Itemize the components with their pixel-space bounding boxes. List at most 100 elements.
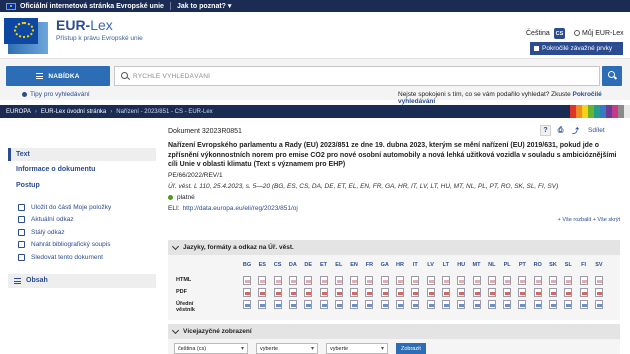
- pdf-sk-icon[interactable]: [549, 288, 557, 297]
- pdf-mt-icon[interactable]: [472, 288, 481, 297]
- oj-sv-icon[interactable]: [594, 300, 603, 309]
- oj-hr-icon[interactable]: [396, 300, 404, 309]
- html-de-icon[interactable]: [304, 276, 313, 285]
- html-es-icon[interactable]: [258, 276, 267, 285]
- breadcrumb-europa[interactable]: EUROPA: [6, 109, 31, 115]
- html-hr-icon[interactable]: [396, 276, 404, 285]
- html-it-icon[interactable]: [411, 276, 420, 285]
- pdf-pt-icon[interactable]: [518, 288, 527, 297]
- html-sk-icon[interactable]: [549, 276, 557, 285]
- display-button[interactable]: Zobrazit: [396, 343, 426, 354]
- html-et-icon[interactable]: [319, 276, 328, 285]
- html-hu-icon[interactable]: [457, 276, 466, 285]
- my-eurlex-link[interactable]: Můj EUR-Lex: [574, 30, 624, 37]
- oj-hu-icon[interactable]: [457, 300, 466, 309]
- formats-section-header[interactable]: Jazyky, formáty a odkaz na Úř. věst.: [168, 240, 620, 255]
- oj-sl-icon[interactable]: [564, 300, 573, 309]
- html-fr-icon[interactable]: [365, 276, 374, 285]
- share-link[interactable]: Sdílet: [588, 127, 605, 134]
- html-lt-icon[interactable]: [441, 276, 450, 285]
- oj-lv-icon[interactable]: [426, 300, 435, 309]
- oj-es-icon[interactable]: [258, 300, 267, 309]
- eli-link[interactable]: http://data.europa.eu/eli/reg/2023/851/o…: [183, 205, 298, 212]
- oj-mt-icon[interactable]: [472, 300, 481, 309]
- html-ro-icon[interactable]: [533, 276, 542, 285]
- pdf-ro-icon[interactable]: [533, 288, 542, 297]
- oj-el-icon[interactable]: [334, 300, 343, 309]
- expand-all-link[interactable]: + Vše rozbalit: [558, 217, 591, 223]
- search-button[interactable]: [602, 66, 622, 86]
- oj-cs-icon[interactable]: [273, 300, 282, 309]
- oj-pl-icon[interactable]: [503, 300, 512, 309]
- html-sl-icon[interactable]: [564, 276, 573, 285]
- save-to-my-items-link[interactable]: Uložit do části Moje položky: [8, 201, 156, 214]
- language-select-2[interactable]: vyberte: [256, 343, 318, 354]
- html-pt-icon[interactable]: [518, 276, 527, 285]
- pdf-cs-icon[interactable]: [273, 288, 282, 297]
- html-cs-icon[interactable]: [273, 276, 282, 285]
- pdf-en-icon[interactable]: [350, 288, 359, 297]
- pdf-hu-icon[interactable]: [457, 288, 466, 297]
- pdf-sl-icon[interactable]: [564, 288, 573, 297]
- quick-search-input[interactable]: [114, 66, 600, 86]
- pdf-pl-icon[interactable]: [503, 288, 512, 297]
- permanent-link-link[interactable]: Stálý odkaz: [8, 226, 156, 239]
- current-link-link[interactable]: Aktuální odkaz: [8, 214, 156, 227]
- language-code-badge[interactable]: CS: [554, 28, 565, 39]
- contents-toggle[interactable]: Obsah: [8, 273, 156, 288]
- oj-lt-icon[interactable]: [441, 300, 450, 309]
- pdf-it-icon[interactable]: [411, 288, 420, 297]
- oj-ga-icon[interactable]: [380, 300, 389, 309]
- breadcrumb-home[interactable]: EUR-Lex úvodní stránka: [41, 109, 106, 115]
- language-select-1[interactable]: čeština (cs): [174, 343, 248, 354]
- print-icon[interactable]: ⎙: [555, 125, 566, 136]
- sidebar-item-procedure[interactable]: Postup: [8, 177, 156, 193]
- brand-name[interactable]: EUR-Lex: [56, 17, 113, 33]
- eurlex-logo[interactable]: [4, 16, 48, 54]
- language-selector[interactable]: Čeština: [526, 30, 550, 37]
- oj-ro-icon[interactable]: [533, 300, 542, 309]
- oj-da-icon[interactable]: [288, 300, 297, 309]
- pdf-da-icon[interactable]: [288, 288, 297, 297]
- help-button[interactable]: ?: [540, 125, 551, 136]
- oj-sk-icon[interactable]: [549, 300, 557, 309]
- html-sv-icon[interactable]: [594, 276, 603, 285]
- oj-pt-icon[interactable]: [518, 300, 527, 309]
- sidebar-item-document-info[interactable]: Informace o dokumentu: [8, 161, 156, 177]
- html-bg-icon[interactable]: [243, 276, 251, 285]
- pdf-sv-icon[interactable]: [594, 288, 603, 297]
- share-icon[interactable]: ⤴: [570, 125, 581, 136]
- oj-bg-icon[interactable]: [243, 300, 251, 309]
- html-nl-icon[interactable]: [487, 276, 496, 285]
- html-lv-icon[interactable]: [426, 276, 435, 285]
- oj-et-icon[interactable]: [319, 300, 328, 309]
- pdf-nl-icon[interactable]: [487, 288, 496, 297]
- pdf-hr-icon[interactable]: [396, 288, 404, 297]
- oj-it-icon[interactable]: [411, 300, 420, 309]
- html-mt-icon[interactable]: [472, 276, 481, 285]
- oj-fr-icon[interactable]: [365, 300, 374, 309]
- pdf-lt-icon[interactable]: [441, 288, 450, 297]
- pdf-el-icon[interactable]: [334, 288, 343, 297]
- collapse-all-link[interactable]: + Vše skrýt: [593, 217, 620, 223]
- html-ga-icon[interactable]: [380, 276, 389, 285]
- pdf-lv-icon[interactable]: [426, 288, 435, 297]
- search-tips-link[interactable]: Tipy pro vyhledávání: [22, 91, 90, 98]
- bibliography-download-link[interactable]: Nahrát bibliografický soupis: [8, 239, 156, 252]
- oj-en-icon[interactable]: [350, 300, 359, 309]
- pdf-et-icon[interactable]: [319, 288, 328, 297]
- follow-document-link[interactable]: Sledovat tento dokument: [8, 251, 156, 264]
- html-en-icon[interactable]: [350, 276, 359, 285]
- html-fi-icon[interactable]: [579, 276, 588, 285]
- how-to-know-link[interactable]: Jak to poznat? ▾: [177, 2, 231, 10]
- multilingual-section-header[interactable]: Vícejazyčné zobrazení: [168, 324, 620, 339]
- sidebar-item-text[interactable]: Text: [8, 148, 156, 161]
- language-select-3[interactable]: vyberte: [326, 343, 388, 354]
- pdf-es-icon[interactable]: [258, 288, 267, 297]
- html-el-icon[interactable]: [334, 276, 343, 285]
- oj-de-icon[interactable]: [304, 300, 313, 309]
- html-da-icon[interactable]: [288, 276, 297, 285]
- pdf-fr-icon[interactable]: [365, 288, 374, 297]
- oj-nl-icon[interactable]: [487, 300, 496, 309]
- advanced-features-button[interactable]: Pokročilé závažné prvky: [530, 42, 623, 55]
